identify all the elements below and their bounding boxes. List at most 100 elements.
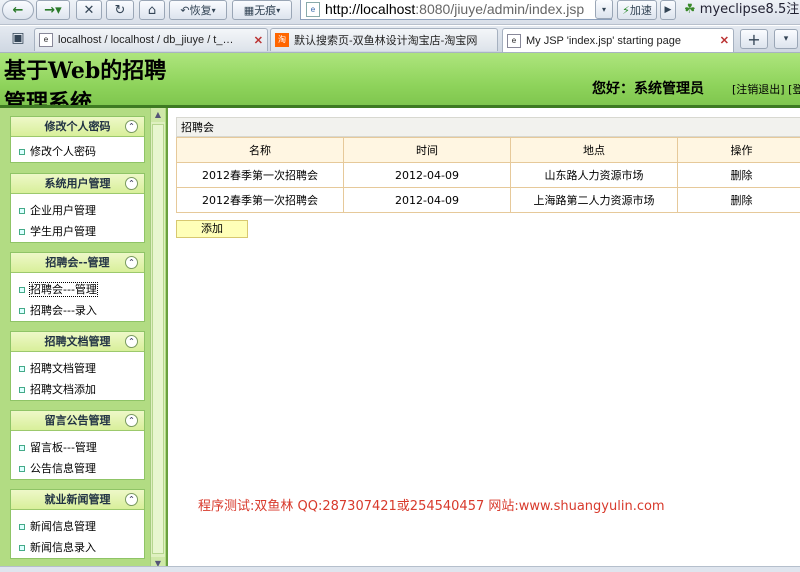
collapse-icon[interactable]: ⌃ xyxy=(125,414,138,427)
undo-icon: ↶ xyxy=(180,4,189,17)
menu-group-title: 招聘文档管理 xyxy=(45,335,111,348)
sidebar-item-change-password[interactable]: 修改个人密码 xyxy=(11,137,144,162)
sidebar-item-documents-manage[interactable]: 招聘文档管理 xyxy=(11,358,144,379)
collapse-icon[interactable]: ⌃ xyxy=(125,493,138,506)
tab-list-button[interactable]: ▣ xyxy=(8,29,28,47)
close-icon[interactable]: ✕ xyxy=(250,34,263,47)
table-cell: 上海路第二人力资源市场 xyxy=(511,188,678,213)
sidebar-item-documents-add[interactable]: 招聘文档添加 xyxy=(11,379,144,400)
collapse-icon[interactable]: ⌃ xyxy=(125,120,138,133)
bullet-icon xyxy=(19,149,25,155)
sidebar-item-company-users[interactable]: 企业用户管理 xyxy=(11,200,144,221)
menu-group-title: 招聘会--管理 xyxy=(45,256,109,269)
tab-title: My JSP 'index.jsp' starting page xyxy=(526,35,681,47)
lightning-icon: ⚡ xyxy=(622,4,630,17)
table-cell: 山东路人力资源市场 xyxy=(511,163,678,188)
add-button[interactable]: 添加 xyxy=(176,220,248,238)
table-cell: 2012春季第一次招聘会 xyxy=(177,188,344,213)
sidebar-item-job-fair-manage[interactable]: 招聘会---管理 xyxy=(11,279,144,300)
status-bar xyxy=(0,566,800,572)
extra-link[interactable]: [登 xyxy=(788,83,800,96)
delete-link[interactable]: 删除 xyxy=(678,188,800,213)
new-tab-button[interactable]: + xyxy=(740,29,768,49)
back-arrow-icon: ← xyxy=(13,3,24,18)
column-header: 时间 xyxy=(344,138,511,163)
sidebar-item-news-add[interactable]: 新闻信息录入 xyxy=(11,537,144,558)
bullet-icon xyxy=(19,366,25,372)
bullet-icon xyxy=(19,229,25,235)
job-fair-table: 名称 时间 地点 操作 2012春季第一次招聘会 2012-04-09 山东路人… xyxy=(176,137,800,213)
sidebar-item-notices[interactable]: 公告信息管理 xyxy=(11,458,144,479)
bullet-icon xyxy=(19,445,25,451)
menu-group-header[interactable]: 系统用户管理 ⌃ xyxy=(11,174,144,194)
column-header: 操作 xyxy=(678,138,800,163)
close-icon[interactable]: ✕ xyxy=(716,34,729,47)
menu-group-system-users: 系统用户管理 ⌃ 企业用户管理 学生用户管理 xyxy=(10,173,145,243)
sidebar-scrollbar[interactable]: ▲ ▼ xyxy=(150,108,165,571)
site-title-line2: 管理系统 xyxy=(4,87,194,108)
address-dropdown-button[interactable]: ▾ xyxy=(595,0,613,19)
menu-group-header[interactable]: 修改个人密码 ⌃ xyxy=(11,117,144,137)
refresh-button[interactable]: ↻ xyxy=(106,0,134,20)
menu-group-title: 修改个人密码 xyxy=(45,120,111,133)
sidebar-item-job-fair-add[interactable]: 招聘会---录入 xyxy=(11,300,144,321)
panel-title: 招聘会 xyxy=(176,117,800,137)
menu-group-title: 留言公告管理 xyxy=(45,414,111,427)
table-header-row: 名称 时间 地点 操作 xyxy=(177,138,800,163)
home-icon: ⌂ xyxy=(148,3,156,18)
accelerate-label: 加速 xyxy=(630,2,652,18)
tab-title: 默认搜索页-双鱼林设计淘宝店-淘宝网 xyxy=(294,32,477,48)
menu-group-header[interactable]: 招聘文档管理 ⌃ xyxy=(11,332,144,352)
page-icon: e xyxy=(507,34,521,48)
sidebar-item-label: 留言板---管理 xyxy=(30,441,97,454)
sidebar-item-label: 公告信息管理 xyxy=(30,462,96,475)
menu-group-messages: 留言公告管理 ⌃ 留言板---管理 公告信息管理 xyxy=(10,410,145,480)
menu-group-header[interactable]: 就业新闻管理 ⌃ xyxy=(11,490,144,510)
bullet-icon xyxy=(19,524,25,530)
delete-link[interactable]: 删除 xyxy=(678,163,800,188)
play-button[interactable]: ▶ xyxy=(660,0,676,20)
collapse-icon[interactable]: ⌃ xyxy=(125,177,138,190)
sidebar-item-label: 企业用户管理 xyxy=(30,204,96,217)
main-content: 招聘会 名称 时间 地点 操作 2012春季第一次招聘会 2012-04-09 … xyxy=(166,108,800,571)
sidebar-item-message-board[interactable]: 留言板---管理 xyxy=(11,437,144,458)
tab-bar: ▣ e localhost / localhost / db_jiuye / t… xyxy=(0,26,800,53)
logout-link[interactable]: [注销退出] xyxy=(732,83,785,96)
chevron-down-icon: ▾ xyxy=(784,34,789,44)
scrollbar-thumb[interactable] xyxy=(152,124,164,554)
noshadow-button[interactable]: ▦ 无痕 ▾ xyxy=(232,0,292,20)
forward-button[interactable]: →▾ xyxy=(36,0,70,20)
restore-button[interactable]: ↶ 恢复 ▾ xyxy=(169,0,227,20)
scroll-up-icon[interactable]: ▲ xyxy=(151,108,165,122)
collapse-icon[interactable]: ⌃ xyxy=(125,335,138,348)
home-button[interactable]: ⌂ xyxy=(139,0,165,20)
bookmark-link[interactable]: ☘ myeclipse8.5注 xyxy=(684,0,799,20)
sidebar-item-news-manage[interactable]: 新闻信息管理 xyxy=(11,516,144,537)
menu-group-documents: 招聘文档管理 ⌃ 招聘文档管理 招聘文档添加 xyxy=(10,331,145,401)
menu-group-header[interactable]: 留言公告管理 ⌃ xyxy=(11,411,144,431)
page-header: 基于Web的招聘 管理系统 您好：系统管理员 [注销退出] [登 xyxy=(0,53,800,108)
tab-index-jsp[interactable]: e My JSP 'index.jsp' starting page ✕ xyxy=(502,28,734,52)
bullet-icon xyxy=(19,308,25,314)
stop-button[interactable]: ✕ xyxy=(76,0,102,20)
menu-group-header[interactable]: 招聘会--管理 ⌃ xyxy=(11,253,144,273)
column-header: 名称 xyxy=(177,138,344,163)
tab-title: localhost / localhost / db_jiuye / t_… xyxy=(58,34,233,46)
tab-taobao[interactable]: 淘 默认搜索页-双鱼林设计淘宝店-淘宝网 xyxy=(270,28,498,51)
sidebar-item-student-users[interactable]: 学生用户管理 xyxy=(11,221,144,242)
column-header: 地点 xyxy=(511,138,678,163)
site-title: 基于Web的招聘 管理系统 xyxy=(4,55,194,108)
leaf-icon: ☘ xyxy=(684,2,696,17)
table-cell: 2012春季第一次招聘会 xyxy=(177,163,344,188)
table-cell: 2012-04-09 xyxy=(344,188,511,213)
sidebar-item-label: 招聘文档管理 xyxy=(30,362,96,375)
address-bar[interactable]: e http://localhost:8080/jiuye/admin/inde… xyxy=(300,0,612,20)
tab-menu-button[interactable]: ▾ xyxy=(774,29,798,49)
forward-arrow-icon: →▾ xyxy=(44,3,61,18)
collapse-icon[interactable]: ⌃ xyxy=(125,256,138,269)
tab-phpmyadmin[interactable]: e localhost / localhost / db_jiuye / t_…… xyxy=(34,28,268,51)
url-path: :8080/jiuye/admin/index.jsp xyxy=(415,1,584,17)
back-button[interactable]: ← xyxy=(2,0,34,20)
accelerate-button[interactable]: ⚡ 加速 xyxy=(617,0,657,20)
sidebar-item-label: 招聘文档添加 xyxy=(30,383,96,396)
